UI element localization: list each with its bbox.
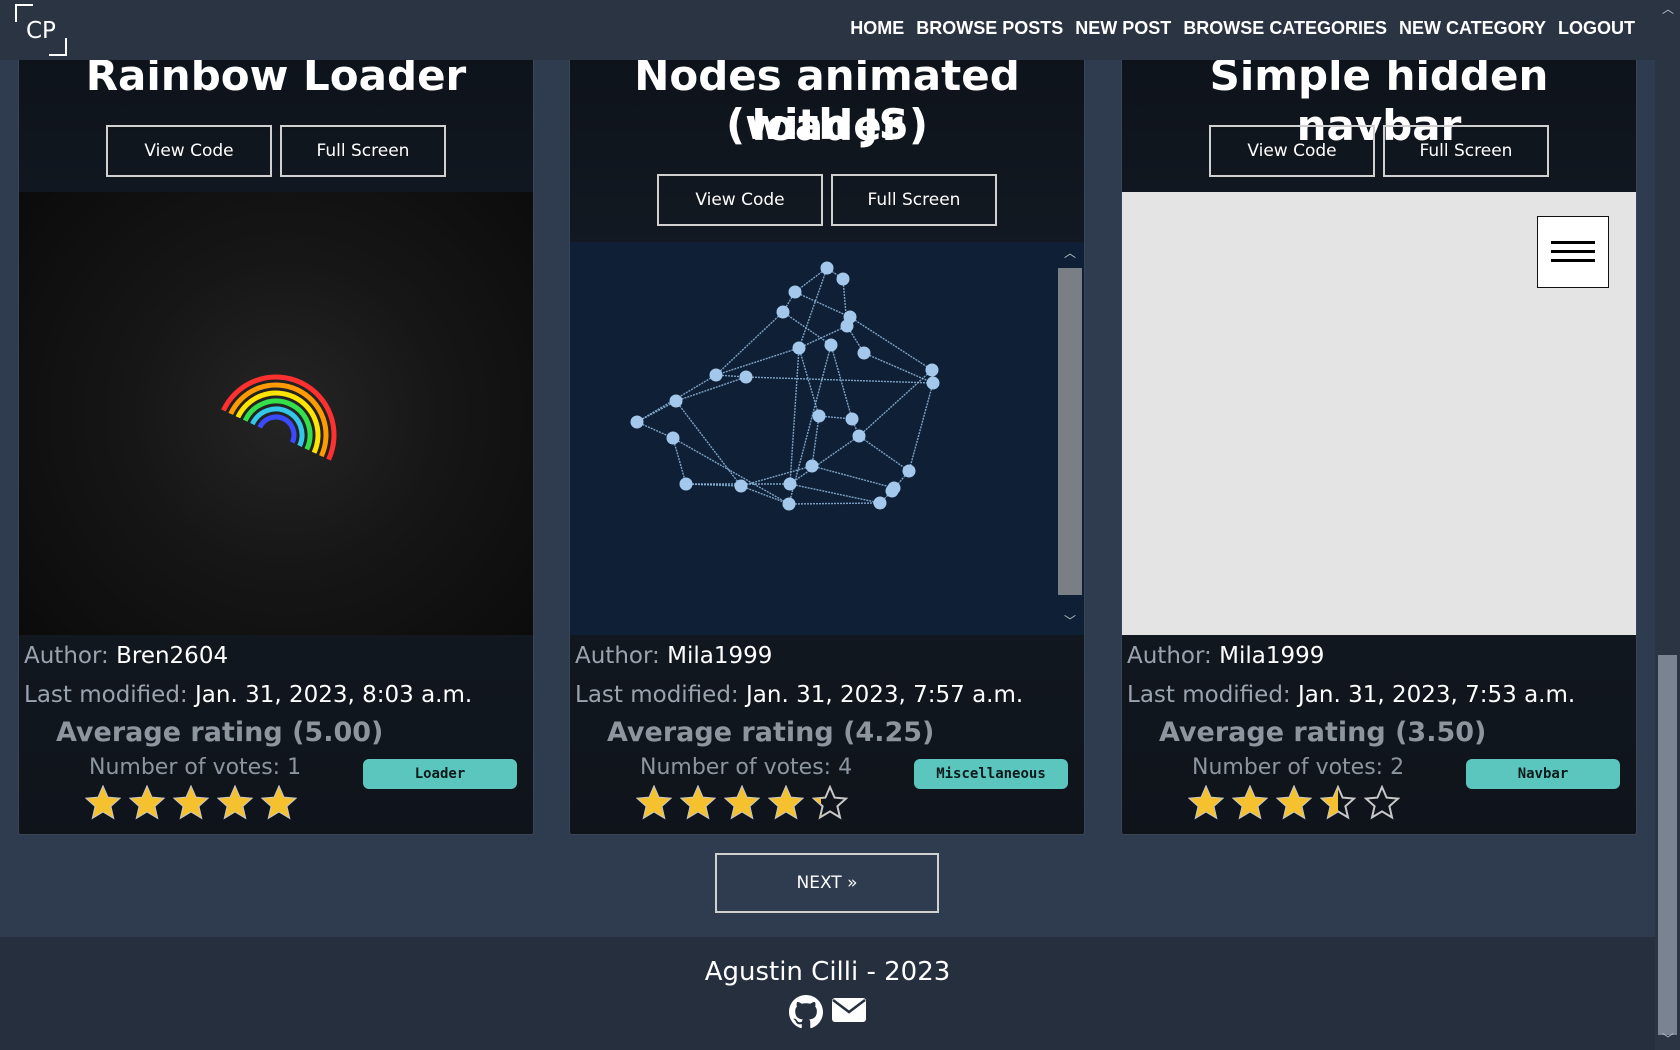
next-page-button[interactable]: NEXT » xyxy=(715,853,939,913)
star-filled-icon[interactable] xyxy=(768,785,804,821)
view-code-button[interactable]: View Code xyxy=(1209,125,1375,177)
nav-links: HOME BROWSE POSTS NEW POST BROWSE CATEGO… xyxy=(850,18,1635,39)
category-badge[interactable]: Navbar xyxy=(1466,759,1620,789)
footer: Agustin Cilli - 2023 xyxy=(0,937,1655,1050)
modified-line: Last modified: Jan. 31, 2023, 7:53 a.m. xyxy=(1127,682,1575,708)
post-preview[interactable] xyxy=(19,192,533,635)
star-filled-icon[interactable] xyxy=(680,785,716,821)
modified-date: Jan. 31, 2023, 7:53 a.m. xyxy=(1298,682,1576,708)
modified-label: Last modified: xyxy=(575,682,739,708)
star-filled-icon[interactable] xyxy=(261,785,297,821)
star-half-icon[interactable] xyxy=(1320,785,1356,821)
star-filled-icon[interactable] xyxy=(1232,785,1268,821)
post-card: Simple hidden navbar View Code Full Scre… xyxy=(1121,20,1637,835)
nodes-network-graphic xyxy=(630,261,940,511)
post-card: Rainbow Loader View Code Full Screen Aut… xyxy=(18,20,534,835)
nav-home[interactable]: HOME xyxy=(850,18,904,39)
star-filled-icon[interactable] xyxy=(636,785,672,821)
star-filled-icon[interactable] xyxy=(85,785,121,821)
post-title-line2: (with JS) xyxy=(725,100,929,149)
navbar: CP HOME BROWSE POSTS NEW POST BROWSE CAT… xyxy=(0,0,1655,60)
full-screen-button[interactable]: Full Screen xyxy=(831,174,997,226)
star-filled-icon[interactable] xyxy=(724,785,760,821)
github-icon[interactable] xyxy=(788,995,823,1029)
star-filled-icon[interactable] xyxy=(1188,785,1224,821)
hamburger-menu-button[interactable] xyxy=(1537,216,1609,288)
modified-date: Jan. 31, 2023, 7:57 a.m. xyxy=(746,682,1024,708)
modified-line: Last modified: Jan. 31, 2023, 7:57 a.m. xyxy=(575,682,1023,708)
nav-logout[interactable]: LOGOUT xyxy=(1558,18,1635,39)
modified-label: Last modified: xyxy=(1127,682,1291,708)
author-line: Author: Bren2604 xyxy=(24,643,228,669)
author-line: Author: Mila1999 xyxy=(575,643,772,669)
scroll-up-icon[interactable]: ︿ xyxy=(1064,244,1076,261)
modified-line: Last modified: Jan. 31, 2023, 8:03 a.m. xyxy=(24,682,472,708)
star-half-icon[interactable] xyxy=(812,785,848,821)
star-filled-icon[interactable] xyxy=(129,785,165,821)
star-rating[interactable] xyxy=(85,785,297,821)
modified-label: Last modified: xyxy=(24,682,188,708)
star-filled-icon[interactable] xyxy=(173,785,209,821)
preview-scroll-thumb[interactable] xyxy=(1058,268,1082,595)
author-name[interactable]: Mila1999 xyxy=(1219,643,1324,669)
footer-icons xyxy=(0,995,1655,1029)
rainbow-loader-graphic xyxy=(221,374,337,461)
footer-credit: Agustin Cilli - 2023 xyxy=(704,957,951,987)
post-card: Nodes animated loader (with JS) View Cod… xyxy=(569,20,1085,835)
author-name[interactable]: Mila1999 xyxy=(667,643,772,669)
author-label: Author: xyxy=(1127,643,1212,669)
post-title: Simple hidden navbar xyxy=(1209,51,1549,150)
envelope-icon[interactable] xyxy=(831,995,867,1025)
category-badge[interactable]: Loader xyxy=(363,759,517,789)
post-preview[interactable]: ︿ ﹀ xyxy=(570,242,1084,635)
page-scrollbar[interactable]: ︿ ﹀ xyxy=(1655,0,1680,1050)
author-line: Author: Mila1999 xyxy=(1127,643,1324,669)
post-preview[interactable] xyxy=(1122,192,1636,635)
full-screen-button[interactable]: Full Screen xyxy=(1383,125,1549,177)
nav-browse-posts[interactable]: BROWSE POSTS xyxy=(916,18,1063,39)
view-code-button[interactable]: View Code xyxy=(657,174,823,226)
page-scroll-down-icon[interactable]: ﹀ xyxy=(1662,1030,1674,1047)
vote-count: Number of votes: 4 xyxy=(640,755,853,780)
scroll-down-icon[interactable]: ﹀ xyxy=(1064,612,1076,629)
category-badge[interactable]: Miscellaneous xyxy=(914,759,1068,789)
logo[interactable]: CP xyxy=(15,4,67,56)
author-name[interactable]: Bren2604 xyxy=(116,643,228,669)
star-rating[interactable] xyxy=(1188,785,1400,821)
logo-text: CP xyxy=(26,18,56,44)
star-filled-icon[interactable] xyxy=(217,785,253,821)
vote-count: Number of votes: 2 xyxy=(1192,755,1405,780)
page-scroll-up-icon[interactable]: ︿ xyxy=(1662,0,1674,17)
author-label: Author: xyxy=(24,643,109,669)
nav-new-post[interactable]: NEW POST xyxy=(1075,18,1171,39)
average-rating: Average rating (5.00) xyxy=(56,717,384,748)
average-rating: Average rating (4.25) xyxy=(607,717,935,748)
page-scroll-thumb[interactable] xyxy=(1658,655,1677,1035)
vote-count: Number of votes: 1 xyxy=(89,755,302,780)
star-empty-icon[interactable] xyxy=(1364,785,1400,821)
modified-date: Jan. 31, 2023, 8:03 a.m. xyxy=(195,682,473,708)
nav-new-category[interactable]: NEW CATEGORY xyxy=(1399,18,1546,39)
hamburger-icon xyxy=(1551,241,1595,262)
author-label: Author: xyxy=(575,643,660,669)
star-rating[interactable] xyxy=(636,785,848,821)
star-filled-icon[interactable] xyxy=(1276,785,1312,821)
page: CP HOME BROWSE POSTS NEW POST BROWSE CAT… xyxy=(0,0,1655,1050)
view-code-button[interactable]: View Code xyxy=(106,125,272,177)
preview-scrollbar[interactable]: ︿ ﹀ xyxy=(1056,242,1084,635)
average-rating: Average rating (3.50) xyxy=(1159,717,1487,748)
full-screen-button[interactable]: Full Screen xyxy=(280,125,446,177)
nav-browse-categories[interactable]: BROWSE CATEGORIES xyxy=(1183,18,1387,39)
